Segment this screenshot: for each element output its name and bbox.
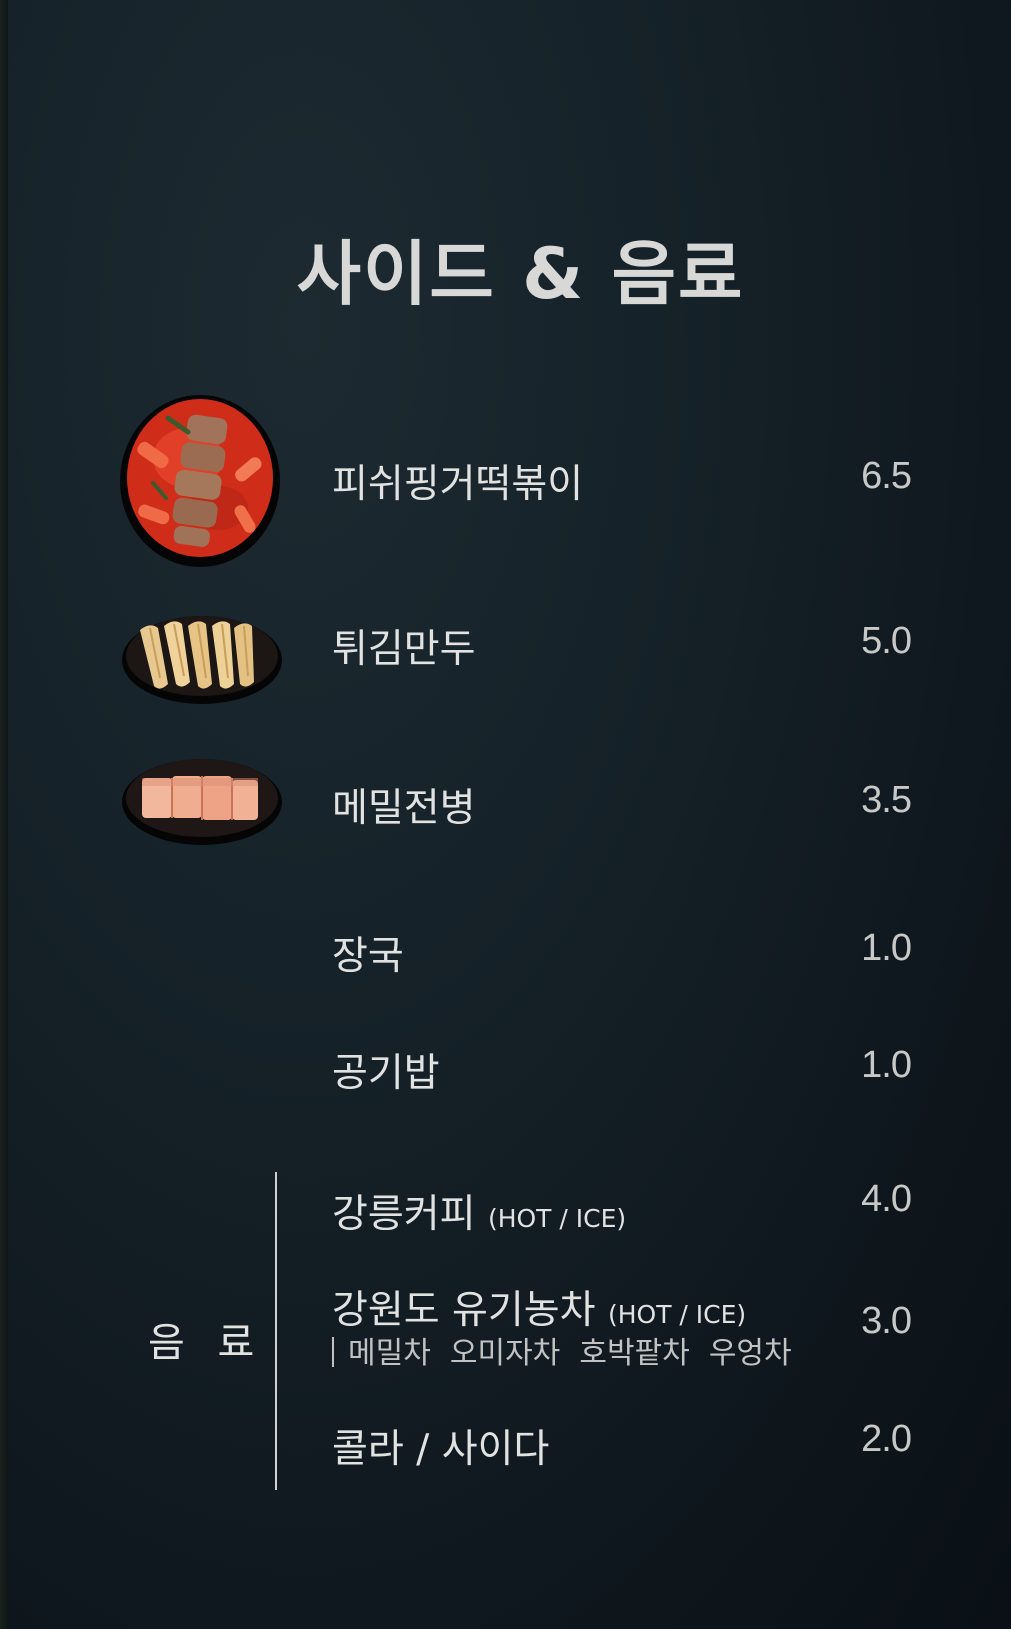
drink-name: 강원도 유기농차 (332, 1288, 596, 1333)
menu-item-price: 5.0 (861, 620, 912, 662)
menu-title: 사이드 & 음료 (296, 233, 745, 315)
drink-temperature-note: (HOT / ICE) (607, 1300, 747, 1329)
menu-item-fried-dumplings: 튀김만두 (332, 627, 476, 672)
menu-board: 사이드 & 음료 피쉬핑거떡볶이 6.5 튀김만두 5.0 메밀전병 3.5 장… (0, 0, 1011, 1629)
menu-item-gangneung-coffee: 강릉커피 (HOT / ICE) (332, 1183, 626, 1239)
drink-name: 강릉커피 (332, 1192, 476, 1237)
drink-temperature-note: (HOT / ICE) (487, 1204, 627, 1233)
menu-item-price: 4.0 (861, 1178, 912, 1220)
menu-item-price: 2.0 (861, 1418, 912, 1460)
menu-item-price: 1.0 (861, 927, 912, 969)
menu-item-cola-cider: 콜라 / 사이다 (332, 1427, 550, 1472)
fish-finger-tteokbokki-photo (120, 395, 280, 567)
board-frame-edge (0, 0, 8, 1629)
menu-item-rice-bowl: 공기밥 (332, 1051, 440, 1096)
tea-varieties-text: 메밀차 오미자차 호박팥차 우엉차 (348, 1336, 792, 1371)
menu-item-price: 1.0 (861, 1044, 912, 1086)
menu-item-soybean-soup: 장국 (332, 934, 404, 979)
menu-item-price: 6.5 (861, 455, 912, 497)
drinks-section-divider (275, 1172, 277, 1490)
menu-item-buckwheat-crepe: 메밀전병 (332, 786, 476, 831)
menu-item-price: 3.0 (861, 1300, 912, 1342)
drinks-section-label: 음 료 (148, 1320, 265, 1366)
fried-dumplings-photo (122, 616, 282, 704)
menu-item-organic-tea: 강원도 유기농차 (HOT / ICE) (332, 1279, 746, 1335)
menu-item-fish-finger-tteokbokki: 피쉬핑거떡볶이 (332, 462, 584, 507)
tea-varieties-list: 메밀차 오미자차 호박팥차 우엉차 (332, 1328, 792, 1372)
tea-varieties-bar (332, 1337, 334, 1367)
buckwheat-crepe-photo (122, 759, 282, 845)
menu-item-price: 3.5 (861, 779, 912, 821)
